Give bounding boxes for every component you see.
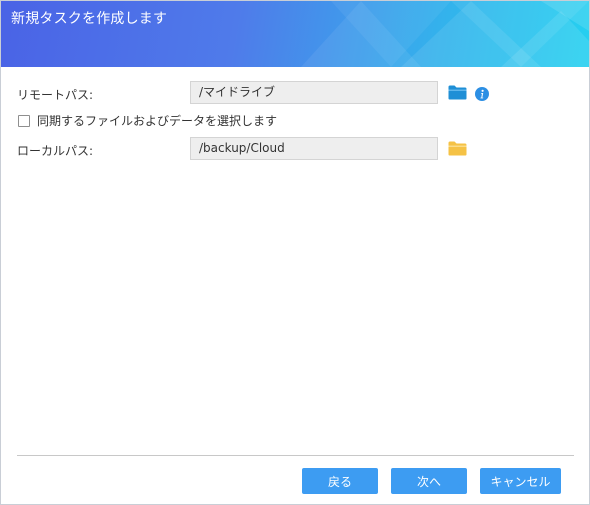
remote-path-label: リモートパス: (17, 88, 94, 102)
create-task-dialog: 新規タスクを作成します リモートパス: /マイドライブ 同期するファイルおよびデ… (0, 0, 590, 505)
local-path-field[interactable]: /backup/Cloud (190, 137, 438, 160)
sync-select-label: 同期するファイルおよびデータを選択します (37, 114, 278, 128)
local-path-label: ローカルパス: (17, 144, 94, 158)
next-button[interactable]: 次へ (391, 468, 467, 494)
dialog-header: 新規タスクを作成します (1, 1, 589, 67)
dialog-title: 新規タスクを作成します (11, 11, 168, 27)
cancel-button[interactable]: キャンセル (480, 468, 561, 494)
info-icon[interactable] (475, 86, 489, 105)
remote-path-field[interactable]: /マイドライブ (190, 81, 438, 104)
sync-select-row[interactable]: 同期するファイルおよびデータを選択します (18, 113, 277, 128)
back-button[interactable]: 戻る (302, 468, 378, 494)
folder-icon[interactable] (448, 85, 467, 104)
folder-icon[interactable] (448, 141, 467, 160)
footer-divider (17, 455, 574, 456)
sync-select-checkbox[interactable] (18, 114, 30, 127)
